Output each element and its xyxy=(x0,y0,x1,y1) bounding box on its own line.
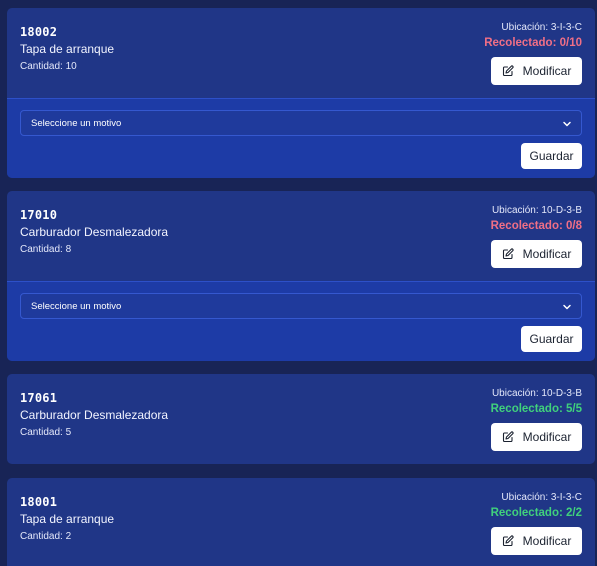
item-code: 18001 xyxy=(20,495,58,509)
save-button[interactable]: Guardar xyxy=(521,326,582,352)
edit-icon xyxy=(502,431,514,443)
item-name: Tapa de arranque xyxy=(20,42,115,56)
item-card: 17010 Carburador Desmalezadora Cantidad:… xyxy=(7,191,595,361)
modify-button[interactable]: Modificar xyxy=(491,527,582,555)
item-card-header: 17010 Carburador Desmalezadora Cantidad:… xyxy=(7,191,595,281)
item-quantity: Cantidad: 2 xyxy=(20,531,72,542)
collected-status: Recolectado: 2/2 xyxy=(490,507,582,519)
reason-select[interactable]: Seleccione un motivo xyxy=(20,110,582,136)
edit-icon xyxy=(502,248,514,260)
chevron-down-icon xyxy=(563,304,571,310)
item-quantity: Cantidad: 10 xyxy=(20,61,77,72)
item-location: Ubicación: 10-D-3-B xyxy=(491,205,582,216)
item-name: Carburador Desmalezadora xyxy=(20,225,169,239)
item-card: 18002 Tapa de arranque Cantidad: 10 Ubic… xyxy=(7,8,595,178)
reason-select-value: Seleccione un motivo xyxy=(31,117,122,129)
item-card-footer: Seleccione un motivo Guardar xyxy=(7,98,595,178)
item-card: 17061 Carburador Desmalezadora Cantidad:… xyxy=(7,374,595,464)
item-card-footer: Seleccione un motivo Guardar xyxy=(7,281,595,361)
item-card-header: 18001 Tapa de arranque Cantidad: 2 Ubica… xyxy=(7,478,595,566)
modify-button-label: Modificar xyxy=(522,64,572,78)
chevron-down-icon xyxy=(563,121,571,127)
modify-button-label: Modificar xyxy=(522,247,572,261)
item-quantity: Cantidad: 5 xyxy=(20,427,72,438)
collected-status: Recolectado: 0/8 xyxy=(490,220,582,232)
modify-button[interactable]: Modificar xyxy=(491,423,582,451)
save-button[interactable]: Guardar xyxy=(521,143,582,169)
reason-select[interactable]: Seleccione un motivo xyxy=(20,293,582,319)
edit-icon xyxy=(502,535,514,547)
item-quantity: Cantidad: 8 xyxy=(20,244,72,255)
modify-button[interactable]: Modificar xyxy=(491,240,582,268)
collected-status: Recolectado: 0/10 xyxy=(484,37,582,49)
reason-select-value: Seleccione un motivo xyxy=(31,300,122,312)
collected-status: Recolectado: 5/5 xyxy=(490,403,582,415)
item-name: Carburador Desmalezadora xyxy=(20,408,169,422)
picking-list: 18002 Tapa de arranque Cantidad: 10 Ubic… xyxy=(0,0,597,566)
item-card-header: 17061 Carburador Desmalezadora Cantidad:… xyxy=(7,374,595,464)
item-card: 18001 Tapa de arranque Cantidad: 2 Ubica… xyxy=(7,478,595,566)
item-location: Ubicación: 10-D-3-B xyxy=(491,388,582,399)
modify-button[interactable]: Modificar xyxy=(491,57,582,85)
item-code: 17010 xyxy=(20,208,58,222)
item-code: 18002 xyxy=(20,25,58,39)
item-location: Ubicación: 3-I-3-C xyxy=(501,22,582,33)
item-name: Tapa de arranque xyxy=(20,512,115,526)
edit-icon xyxy=(502,65,514,77)
item-code: 17061 xyxy=(20,391,58,405)
item-card-header: 18002 Tapa de arranque Cantidad: 10 Ubic… xyxy=(7,8,595,98)
modify-button-label: Modificar xyxy=(522,430,572,444)
modify-button-label: Modificar xyxy=(522,534,572,548)
item-location: Ubicación: 3-I-3-C xyxy=(501,492,582,503)
